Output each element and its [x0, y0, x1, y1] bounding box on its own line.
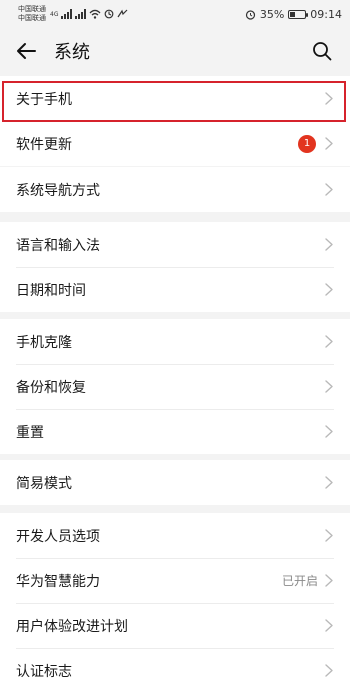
settings-group: 手机克隆备份和恢复重置 [0, 319, 350, 454]
search-button[interactable] [304, 33, 340, 69]
settings-group: 语言和输入法 日期和时间 [0, 222, 350, 312]
settings-item[interactable]: 用户体验改进计划 [0, 603, 350, 648]
settings-group: 关于手机软件更新 1 [0, 76, 350, 166]
chevron-right-icon [324, 529, 334, 543]
carrier-2: 中国联通 [18, 14, 46, 22]
network-icons: 4G [50, 9, 128, 19]
settings-item-value: 已开启 [281, 574, 318, 588]
settings-item-label: 华为智慧能力 [16, 573, 100, 590]
settings-item[interactable]: 认证标志 [0, 648, 350, 689]
settings-group: 系统导航方式 [0, 167, 350, 212]
settings-item[interactable]: 简易模式 [0, 460, 350, 505]
notification-icon [117, 9, 128, 18]
status-bar: 中国联通 中国联通 4G 35% 09:14 [0, 0, 350, 28]
back-arrow-icon [17, 43, 36, 59]
settings-item-label: 软件更新 [16, 136, 72, 153]
settings-item[interactable]: 重置 [0, 409, 350, 454]
chevron-right-icon [324, 664, 334, 678]
chevron-right-icon [324, 283, 334, 297]
settings-item[interactable]: 日期和时间 [0, 267, 350, 312]
chevron-right-icon [324, 619, 334, 633]
chevron-right-icon [324, 476, 334, 490]
battery-fill [290, 11, 296, 17]
settings-item[interactable]: 华为智慧能力 已开启 [0, 558, 350, 603]
settings-item-label: 日期和时间 [16, 282, 86, 299]
chevron-right-icon [324, 380, 334, 394]
settings-item-label: 开发人员选项 [16, 528, 100, 545]
settings-item-label: 用户体验改进计划 [16, 618, 128, 635]
network-type-label: 4G [50, 10, 59, 18]
back-button[interactable] [8, 33, 44, 69]
signal-icon [61, 9, 73, 19]
settings-item-label: 关于手机 [16, 91, 72, 108]
sync-icon [105, 9, 114, 19]
signal-2-icon [75, 9, 87, 19]
settings-item[interactable]: 语言和输入法 [0, 222, 350, 267]
settings-item-label: 语言和输入法 [16, 237, 100, 254]
chevron-right-icon [324, 183, 334, 197]
carrier-1: 中国联通 [18, 5, 46, 13]
status-right: 35% 09:14 [245, 8, 342, 21]
carrier-names: 中国联通 中国联通 [18, 5, 46, 23]
settings-item-label: 备份和恢复 [16, 379, 86, 396]
wifi-icon [90, 9, 101, 19]
settings-item[interactable]: 备份和恢复 [0, 364, 350, 409]
clock: 09:14 [310, 7, 342, 21]
settings-group: 开发人员选项 华为智慧能力 已开启用户体验改进计划 认证标志 [0, 513, 350, 689]
settings-item[interactable]: 手机克隆 [0, 319, 350, 364]
chevron-right-icon [324, 574, 334, 588]
settings-item-label: 重置 [16, 424, 44, 441]
page-title: 系统 [54, 42, 90, 63]
update-badge: 1 [298, 134, 316, 153]
chevron-right-icon [324, 238, 334, 252]
settings-item[interactable]: 关于手机 [0, 76, 350, 121]
settings-group: 简易模式 [0, 460, 350, 505]
settings-item-label: 简易模式 [16, 475, 72, 492]
status-left: 中国联通 中国联通 4G [18, 5, 128, 23]
settings-item-label: 手机克隆 [16, 334, 72, 351]
settings-item[interactable]: 系统导航方式 [0, 167, 350, 212]
chevron-right-icon [324, 137, 334, 151]
chevron-right-icon [324, 92, 334, 106]
battery-percent: 35% [259, 7, 285, 21]
settings-item-label: 系统导航方式 [16, 182, 100, 199]
chevron-right-icon [324, 335, 334, 349]
search-icon [313, 42, 332, 61]
alarm-icon [245, 9, 255, 20]
chevron-right-icon [324, 425, 334, 439]
settings-item-label: 认证标志 [16, 663, 72, 680]
battery-icon [288, 9, 309, 19]
settings-item[interactable]: 开发人员选项 [0, 513, 350, 558]
app-bar: 系统 [0, 28, 350, 74]
settings-item[interactable]: 软件更新 1 [0, 121, 350, 166]
